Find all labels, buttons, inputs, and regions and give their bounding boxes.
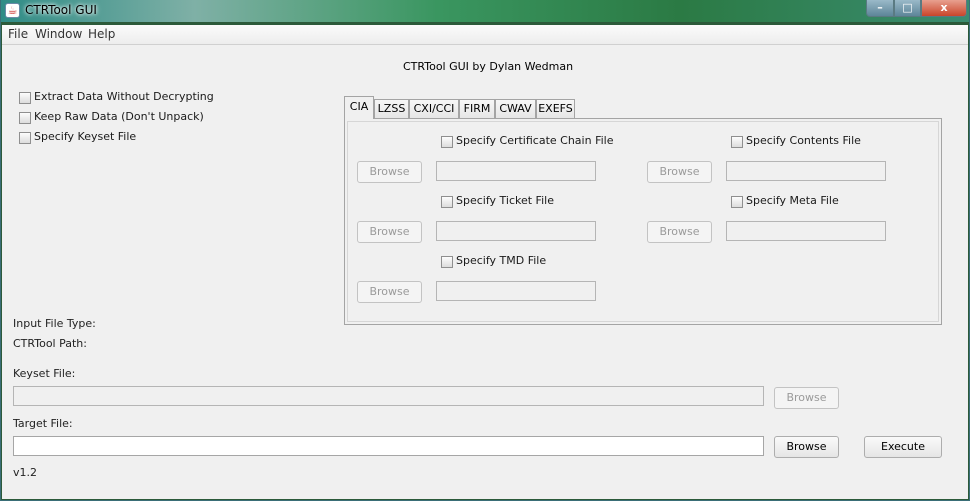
tab-cxi-cci[interactable]: CXI/CCI [409,99,459,118]
keyset-file-field[interactable] [13,386,764,406]
maximize-button[interactable]: □ [894,0,921,17]
menu-bar: File Window Help [2,25,968,45]
contents-label: Specify Contents File [746,134,861,147]
main-content: CTRTool GUI by Dylan Wedman Extract Data… [2,45,968,499]
meta-label: Specify Meta File [746,194,839,207]
window-title: CTRTool GUI [25,3,97,17]
maximize-icon: □ [902,1,913,14]
cert-chain-checkbox[interactable] [441,136,453,148]
target-file-field[interactable] [13,436,764,456]
target-file-label: Target File: [13,417,73,430]
tmd-checkbox[interactable] [441,256,453,268]
meta-browse-button[interactable]: Browse [647,221,712,243]
contents-path-field[interactable] [726,161,886,181]
ticket-path-field[interactable] [436,221,596,241]
contents-browse-button[interactable]: Browse [647,161,712,183]
keyset-browse-button[interactable]: Browse [774,387,839,409]
close-icon: x [940,1,948,14]
tmd-label: Specify TMD File [456,254,547,267]
tab-lzss[interactable]: LZSS [374,99,409,118]
specify-keyset-label: Specify Keyset File [34,130,137,143]
app-window: ☕ CTRTool GUI – □ x File Window Help CTR… [0,0,970,501]
ctrtool-path-label: CTRTool Path: [13,337,87,350]
keyset-file-label: Keyset File: [13,367,76,380]
meta-checkbox[interactable] [731,196,743,208]
target-browse-button[interactable]: Browse [774,436,839,458]
minimize-icon: – [877,1,883,14]
contents-checkbox[interactable] [731,136,743,148]
menu-window[interactable]: Window [35,27,82,41]
version-label: v1.2 [13,466,38,479]
cert-chain-label: Specify Certificate Chain File [456,134,614,147]
tmd-browse-button[interactable]: Browse [357,281,422,303]
keep-raw-data-label: Keep Raw Data (Don't Unpack) [34,110,204,123]
cert-chain-path-field[interactable] [436,161,596,181]
title-bar[interactable]: ☕ CTRTool GUI – □ x [1,0,969,22]
java-app-icon: ☕ [5,3,20,18]
close-button[interactable]: x [921,0,967,17]
menu-file[interactable]: File [8,27,28,41]
keep-raw-data-checkbox[interactable] [19,112,31,124]
tab-cwav[interactable]: CWAV [495,99,536,118]
tab-exefs[interactable]: EXEFS [536,99,575,118]
header-text: CTRTool GUI by Dylan Wedman [403,60,574,73]
specify-keyset-checkbox[interactable] [19,132,31,144]
tab-cia[interactable]: CIA [344,96,374,119]
tmd-path-field[interactable] [436,281,596,301]
ticket-label: Specify Ticket File [456,194,554,207]
cert-chain-browse-button[interactable]: Browse [357,161,422,183]
ticket-browse-button[interactable]: Browse [357,221,422,243]
execute-button[interactable]: Execute [864,436,942,458]
ticket-checkbox[interactable] [441,196,453,208]
menu-help[interactable]: Help [88,27,115,41]
tab-firm[interactable]: FIRM [459,99,495,118]
meta-path-field[interactable] [726,221,886,241]
minimize-button[interactable]: – [866,0,894,17]
input-file-type-label: Input File Type: [13,317,96,330]
extract-without-decrypting-label: Extract Data Without Decrypting [34,90,214,103]
extract-without-decrypting-checkbox[interactable] [19,92,31,104]
